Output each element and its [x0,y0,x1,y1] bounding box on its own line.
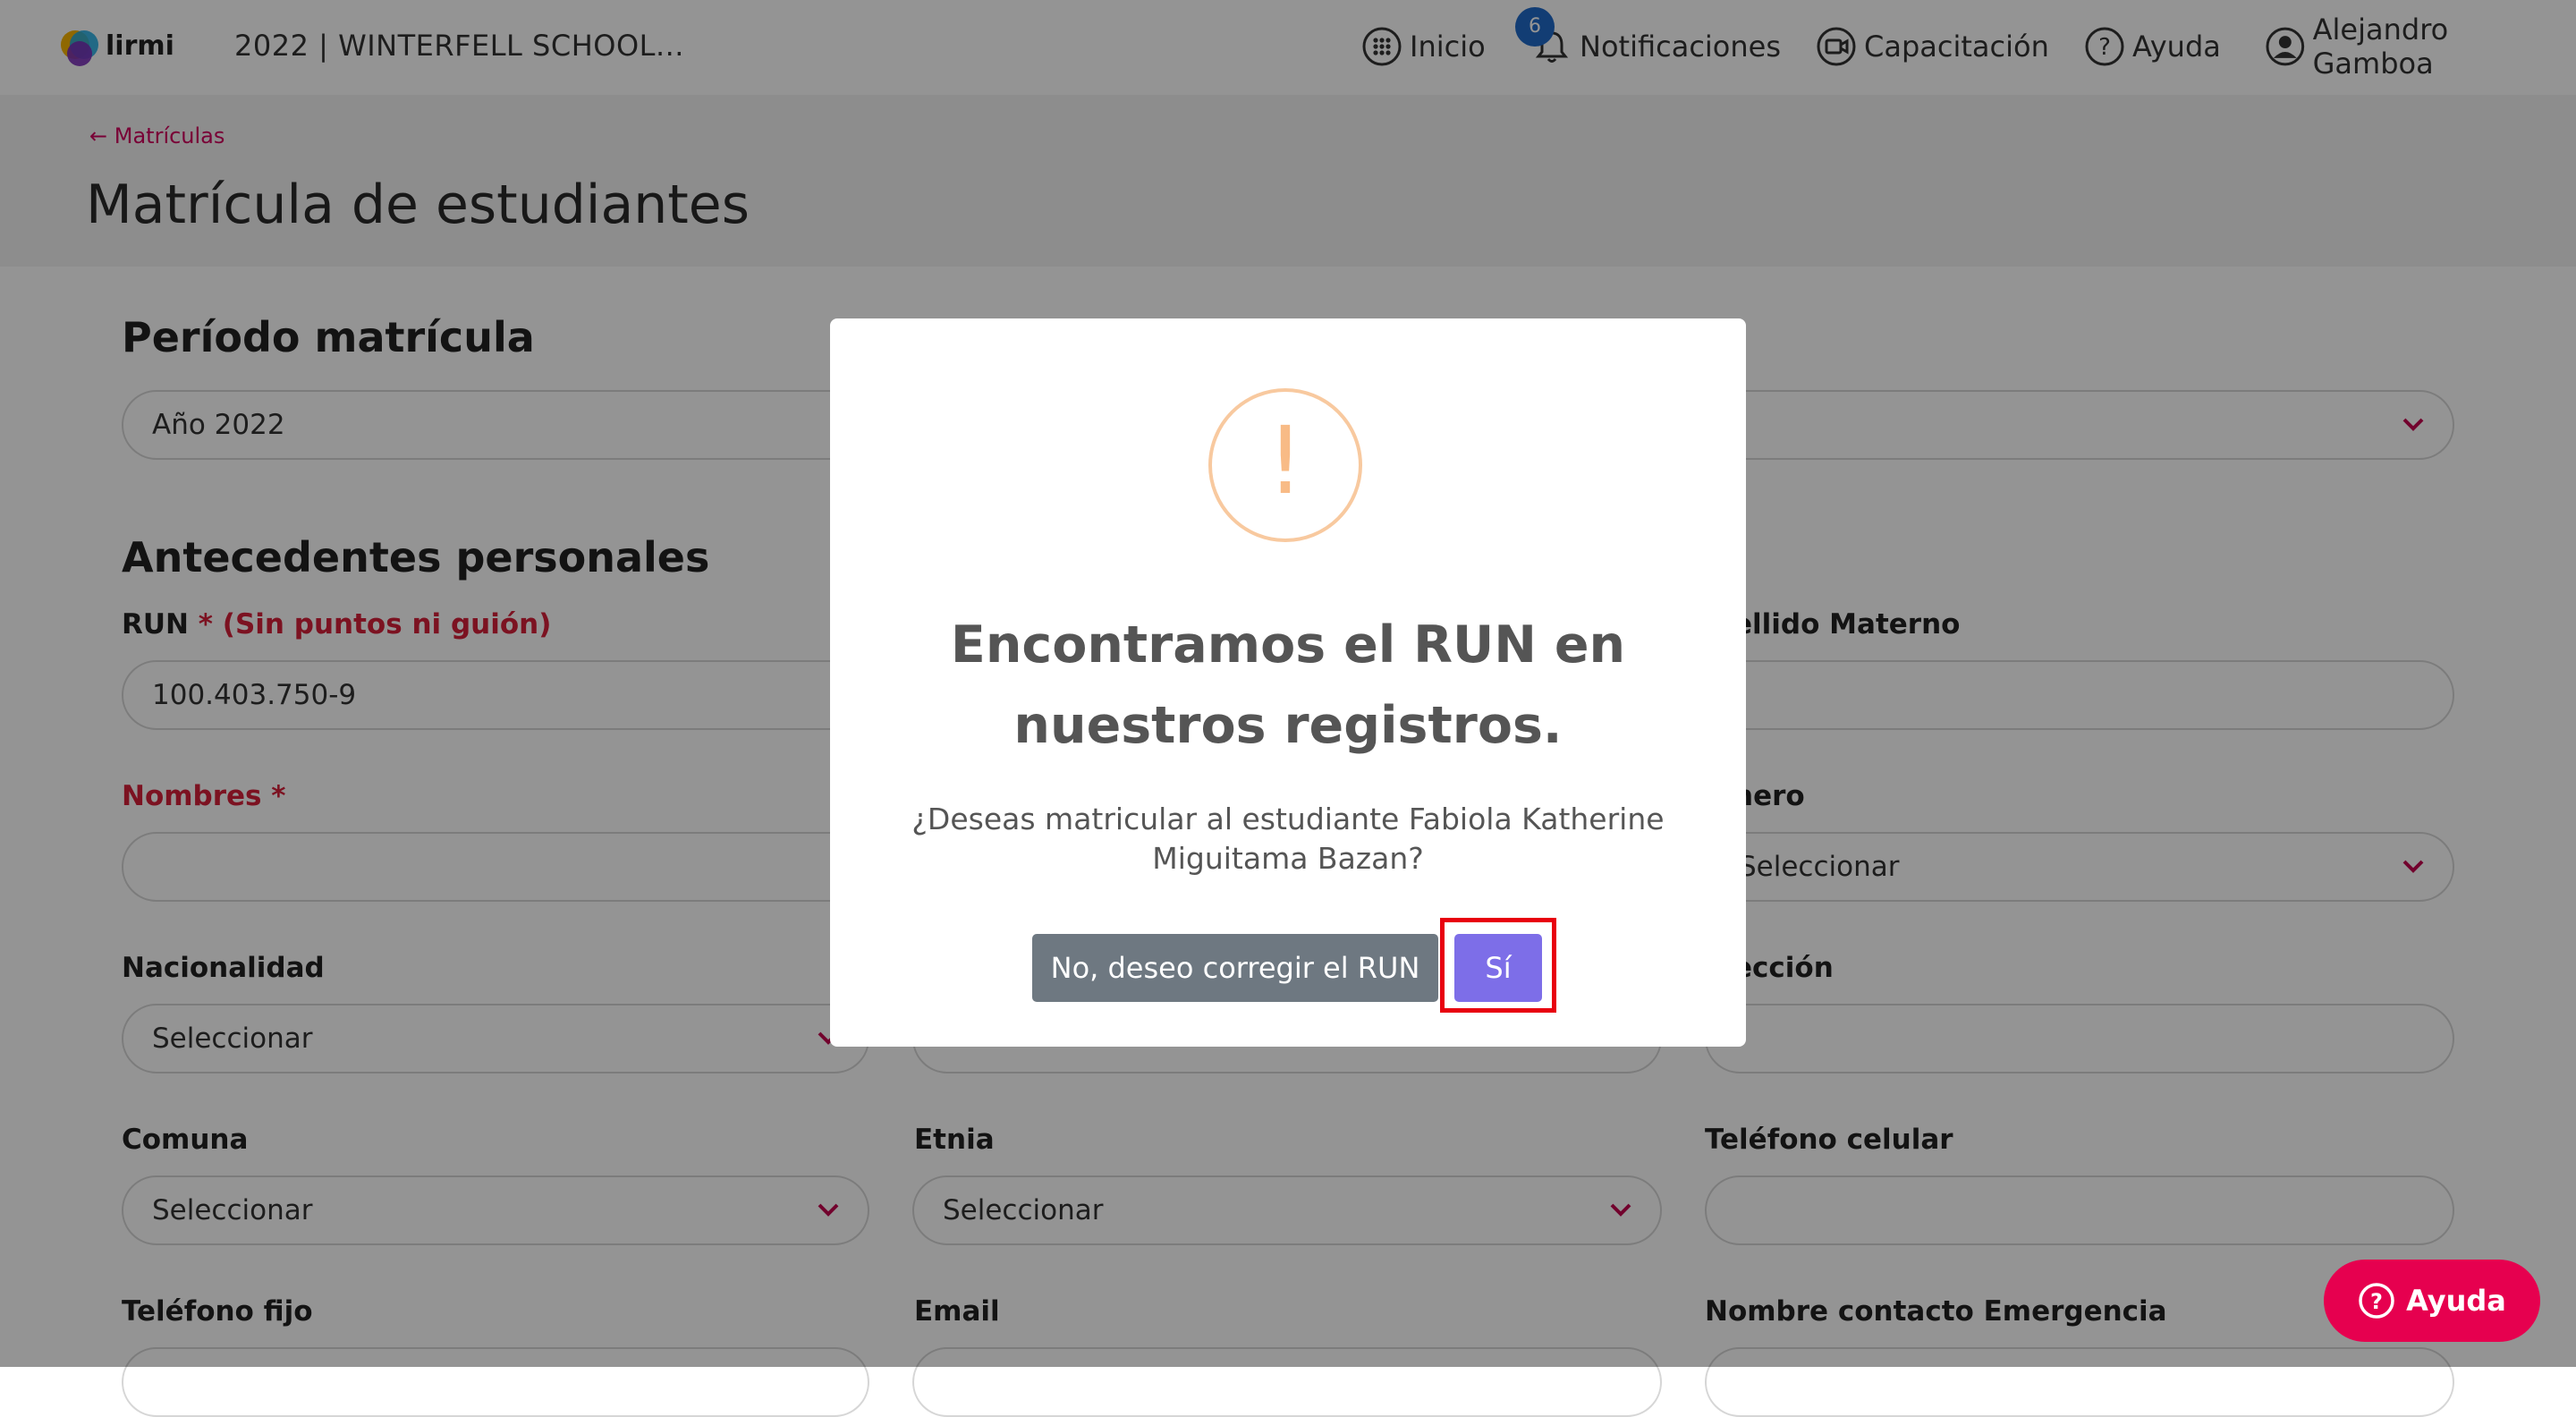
confirm-yes-button[interactable]: Sí [1454,934,1542,1002]
dialog-message: ¿Deseas matricular al estudiante Fabiola… [911,802,1665,876]
dialog-title: Encontramos el RUN en nuestros registros… [950,615,1626,755]
floating-help-button[interactable]: ? Ayuda [2324,1260,2540,1342]
correct-run-button[interactable]: No, deseo corregir el RUN [1032,934,1438,1002]
exclamation-icon: ! [1267,406,1304,515]
warning-icon: ! [1208,388,1362,542]
floating-help-label: Ayuda [2406,1284,2506,1318]
help-circle-icon: ? [2359,1283,2394,1319]
svg-text:?: ? [2370,1289,2383,1314]
